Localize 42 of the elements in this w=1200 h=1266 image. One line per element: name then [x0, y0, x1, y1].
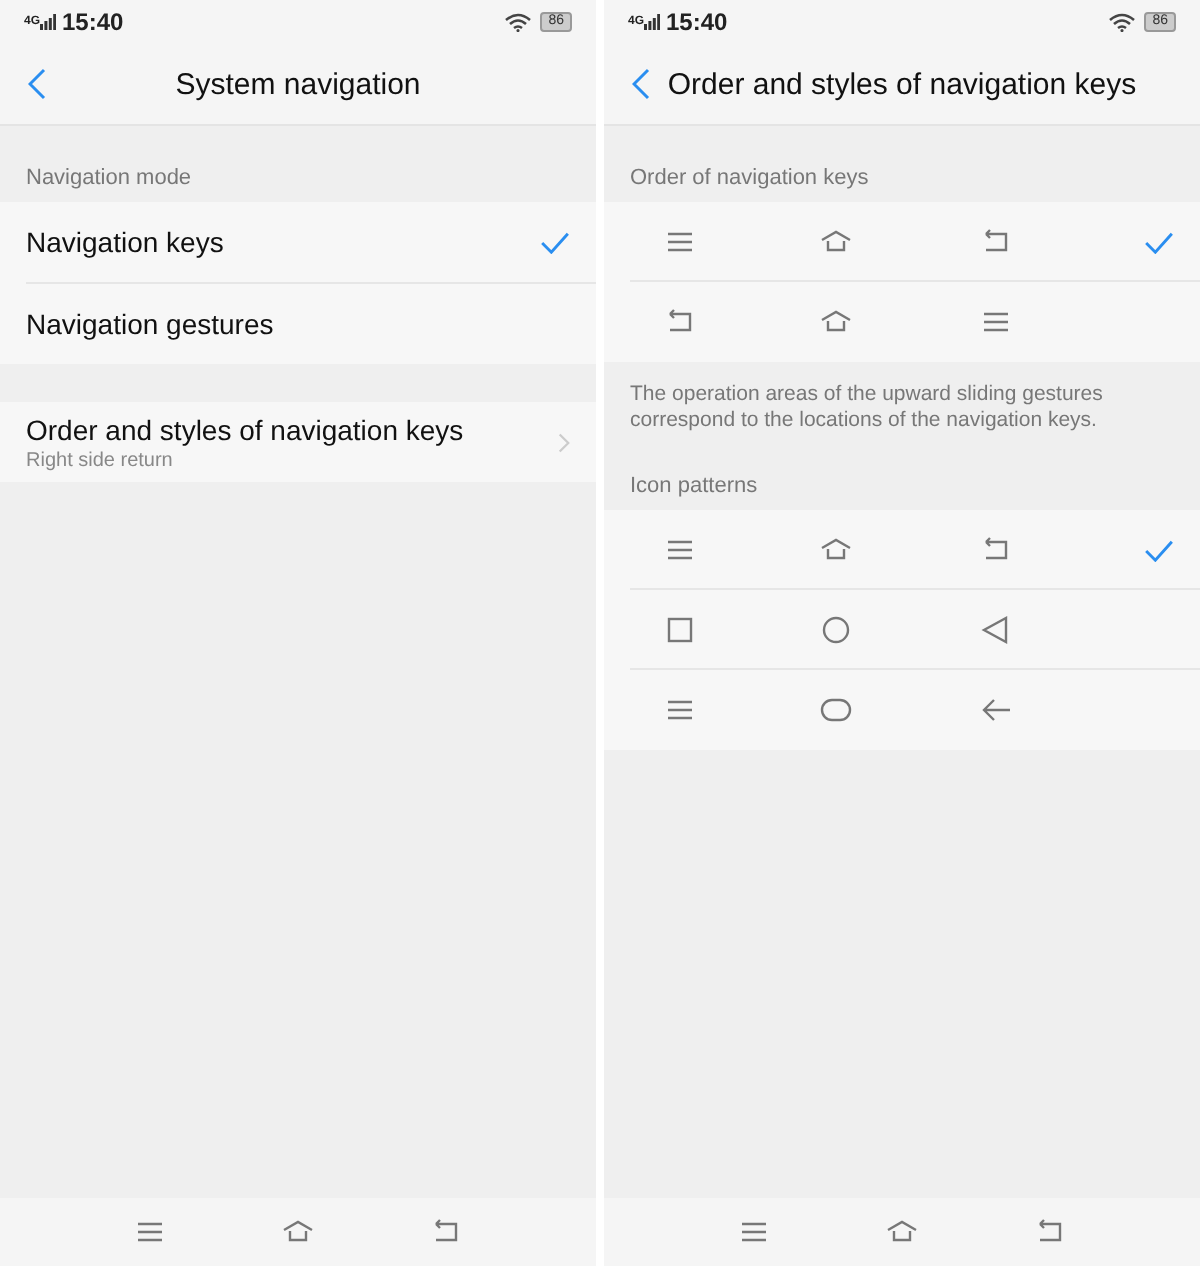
return-arrow-icon[interactable]	[1034, 1218, 1066, 1246]
option-label: Navigation gestures	[26, 308, 276, 340]
section-label: Navigation mode	[24, 164, 194, 194]
house-icon[interactable]	[886, 1218, 918, 1246]
wifi-icon	[1108, 12, 1137, 32]
menu-icon	[664, 228, 696, 256]
menu-icon[interactable]	[738, 1218, 770, 1246]
chevron-icon	[558, 431, 570, 453]
menu-icon	[980, 308, 1012, 336]
section-label: Icon patterns	[628, 472, 760, 502]
back-icon[interactable]	[632, 68, 650, 100]
wifi-icon	[504, 12, 533, 32]
signal-icon	[644, 14, 660, 30]
setting-value: Right side return	[26, 449, 175, 471]
page-title: Order and styles of navigation keys	[665, 67, 1139, 101]
menu-icon	[664, 696, 696, 724]
page-title: System navigation	[173, 67, 423, 101]
option-row[interactable]: Navigation keys	[26, 202, 596, 284]
menu-icon[interactable]	[134, 1218, 166, 1246]
clock: 15:40	[666, 8, 728, 36]
return-arrow-icon	[980, 536, 1012, 564]
back-icon[interactable]	[28, 68, 46, 100]
signal-icon	[40, 14, 56, 30]
return-arrow-icon	[664, 308, 696, 336]
house-icon[interactable]	[282, 1218, 314, 1246]
menu-icon	[664, 536, 696, 564]
rounded-rectangle-icon	[820, 696, 852, 724]
option-label: Navigation keys	[26, 226, 226, 258]
house-icon	[820, 308, 852, 336]
triangle-icon	[980, 616, 1012, 644]
clock: 15:40	[62, 8, 124, 36]
setting-label: Order and styles of navigation keys	[26, 413, 466, 445]
return-arrow-icon	[980, 228, 1012, 256]
house-icon	[820, 228, 852, 256]
square-icon	[664, 616, 696, 644]
house-icon	[820, 536, 852, 564]
circle-icon	[820, 616, 852, 644]
return-arrow-icon[interactable]	[430, 1218, 462, 1246]
option-row[interactable]: Navigation gestures	[26, 284, 596, 364]
left-arrow-icon	[980, 696, 1012, 724]
section-label: Order of navigation keys	[628, 164, 871, 194]
description-text: The operation areas of the upward sliding gestures correspond to the locations of the navigation keys.	[628, 380, 1105, 434]
